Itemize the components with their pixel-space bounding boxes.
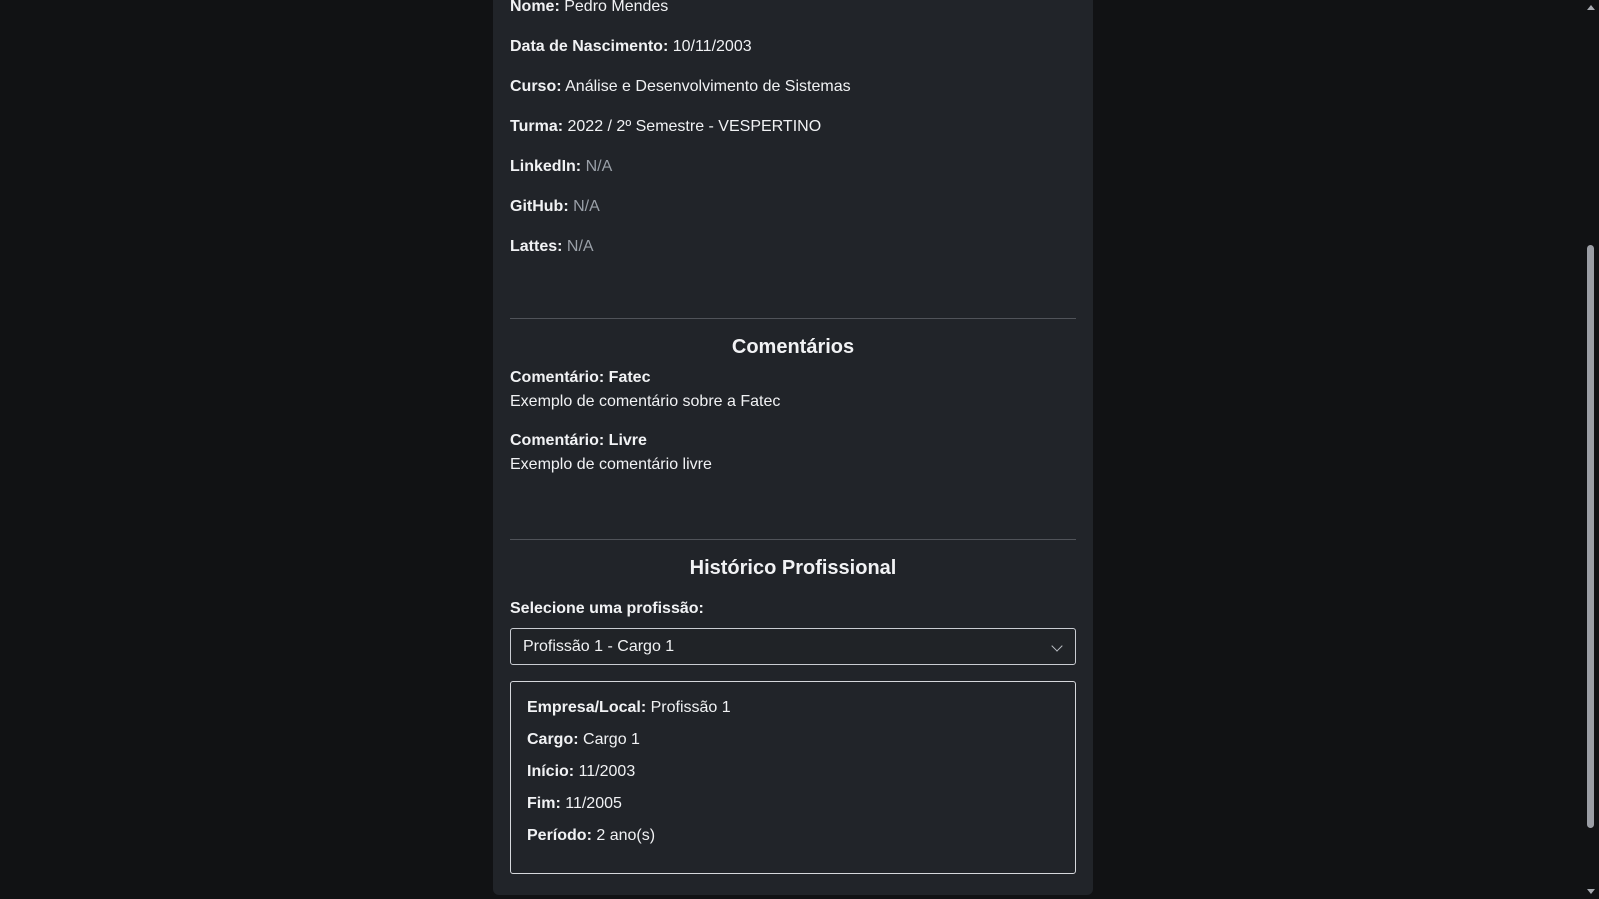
field-class: Turma: 2022 / 2º Semestre - VESPERTINO xyxy=(510,117,1076,157)
field-birth-date-label: Data de Nascimento: xyxy=(510,38,669,55)
profession-details-panel: Empresa/Local: Profissão 1 Cargo: Cargo … xyxy=(510,681,1076,874)
page-scrollbar[interactable] xyxy=(1582,0,1599,899)
section-divider xyxy=(510,539,1076,540)
field-github-label: GitHub: xyxy=(510,198,569,215)
field-linkedin-value: N/A xyxy=(585,158,613,175)
field-github-value: N/A xyxy=(573,198,600,215)
field-lattes-label: Lattes: xyxy=(510,238,563,255)
detail-end: Fim: 11/2005 xyxy=(527,794,1059,826)
field-course-label: Curso: xyxy=(510,78,562,95)
profession-select[interactable]: Profissão 1 - Cargo 1 xyxy=(510,628,1076,665)
detail-company-value: Profissão 1 xyxy=(650,699,731,716)
section-divider xyxy=(510,318,1076,319)
detail-start-value: 11/2003 xyxy=(578,763,636,780)
professional-history-title: Histórico Profissional xyxy=(689,557,897,579)
page-viewport: Nome: Pedro Mendes Data de Nascimento: 1… xyxy=(0,0,1599,899)
detail-end-label: Fim: xyxy=(527,795,561,812)
field-course: Curso: Análise e Desenvolvimento de Sist… xyxy=(510,77,1076,117)
detail-end-value: 11/2005 xyxy=(565,795,622,812)
field-name: Nome: Pedro Mendes xyxy=(510,0,1076,37)
chevron-down-icon xyxy=(1051,640,1063,652)
detail-role: Cargo: Cargo 1 xyxy=(527,730,1059,762)
field-name-label: Nome: xyxy=(510,0,560,15)
detail-period: Período: 2 ano(s) xyxy=(527,826,1059,858)
comment-livre: Comentário: Livre Exemplo de comentário … xyxy=(510,429,1076,477)
detail-period-value: 2 ano(s) xyxy=(596,827,656,844)
comment-title: Comentário: Fatec xyxy=(510,369,651,386)
comments-title: Comentários xyxy=(731,336,855,358)
field-github: GitHub: N/A xyxy=(510,197,1076,237)
detail-company: Empresa/Local: Profissão 1 xyxy=(527,698,1059,730)
field-class-value: 2022 / 2º Semestre - VESPERTINO xyxy=(567,118,822,135)
comment-fatec: Comentário: Fatec Exemplo de comentário … xyxy=(510,366,1076,414)
scrollbar-thumb[interactable] xyxy=(1587,245,1594,828)
field-linkedin-label: LinkedIn: xyxy=(510,158,582,175)
field-linkedin: LinkedIn: N/A xyxy=(510,157,1076,197)
detail-period-label: Período: xyxy=(527,827,592,844)
arrow-up-icon[interactable] xyxy=(1587,5,1595,10)
alumni-profile-card: Nome: Pedro Mendes Data de Nascimento: 1… xyxy=(493,0,1093,895)
arrow-down-icon[interactable] xyxy=(1587,889,1595,894)
comment-title: Comentário: Livre xyxy=(510,432,647,449)
field-class-label: Turma: xyxy=(510,118,564,135)
comment-text: Exemplo de comentário livre xyxy=(510,456,712,473)
detail-role-value: Cargo 1 xyxy=(583,731,640,748)
detail-company-label: Empresa/Local: xyxy=(527,699,647,716)
comment-text: Exemplo de comentário sobre a Fatec xyxy=(510,393,781,410)
detail-start: Início: 11/2003 xyxy=(527,762,1059,794)
field-birth-date: Data de Nascimento: 10/11/2003 xyxy=(510,37,1076,77)
detail-role-label: Cargo: xyxy=(527,731,579,748)
field-course-value: Análise e Desenvolvimento de Sistemas xyxy=(565,78,851,95)
profession-select-label: Selecione uma profissão: xyxy=(510,600,704,617)
field-lattes: Lattes: N/A xyxy=(510,237,1076,277)
detail-start-label: Início: xyxy=(527,763,575,780)
field-name-value: Pedro Mendes xyxy=(564,0,669,15)
field-birth-date-value: 10/11/2003 xyxy=(672,38,752,55)
field-lattes-value: N/A xyxy=(566,238,594,255)
profession-select-value: Profissão 1 - Cargo 1 xyxy=(523,638,675,655)
personal-info-section: Nome: Pedro Mendes Data de Nascimento: 1… xyxy=(510,0,1076,277)
